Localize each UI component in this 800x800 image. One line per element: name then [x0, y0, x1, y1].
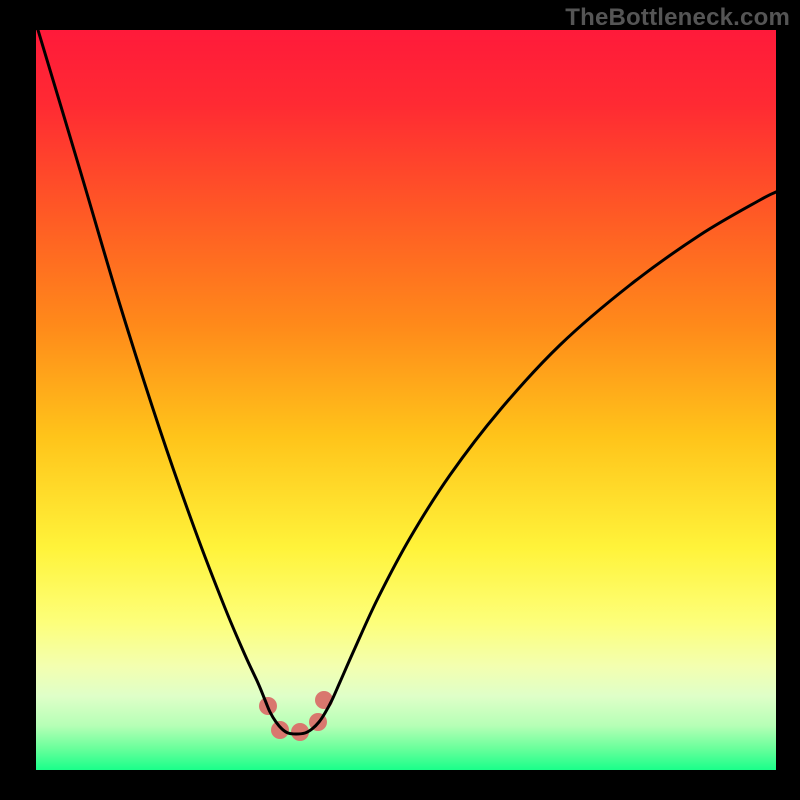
watermark-text: TheBottleneck.com [565, 4, 790, 32]
curve-marker [271, 721, 289, 739]
chart-svg [0, 0, 800, 800]
plot-background [36, 30, 776, 770]
outer-frame: TheBottleneck.com [0, 0, 800, 800]
